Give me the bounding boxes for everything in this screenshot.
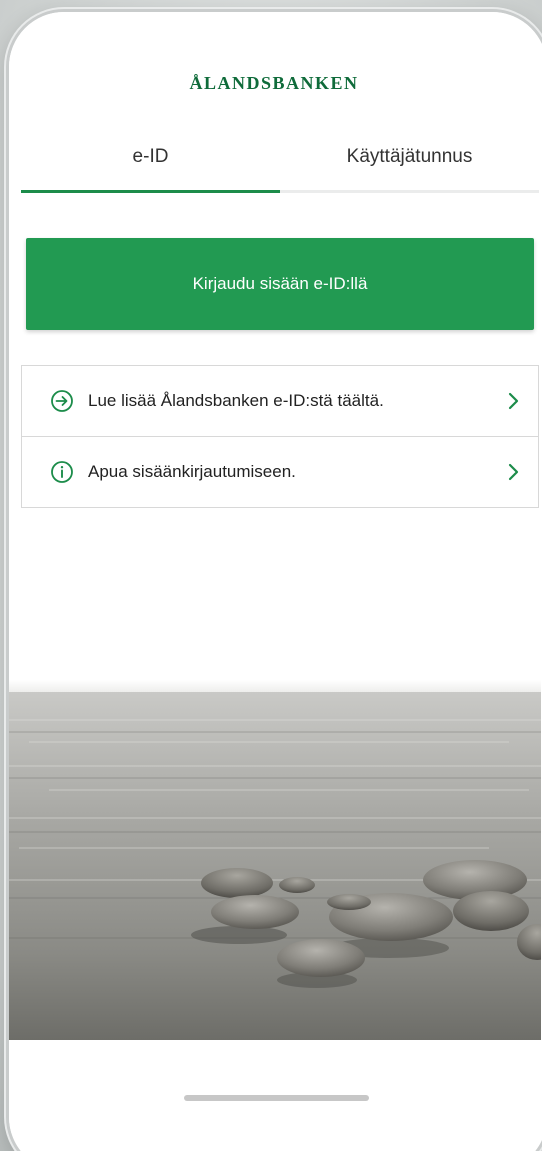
link-login-help[interactable]: Apua sisäänkirjautumiseen. (21, 437, 539, 508)
link-read-more-e-id[interactable]: Lue lisää Ålandsbanken e-ID:stä täältä. (21, 366, 539, 437)
phone-frame: ÅLANDSBANKEN e-ID Käyttäjätunnus Kirjaud… (6, 9, 542, 1151)
help-link-list: Lue lisää Ålandsbanken e-ID:stä täältä. (21, 365, 539, 508)
chevron-right-icon (506, 392, 520, 410)
login-screen: ÅLANDSBANKEN e-ID Käyttäjätunnus Kirjaud… (9, 12, 542, 1151)
arrow-circle-right-icon (50, 389, 74, 413)
link-read-more-label: Lue lisää Ålandsbanken e-ID:stä täältä. (88, 391, 384, 410)
lake-stones-photo (9, 680, 541, 1040)
link-login-help-label: Apua sisäänkirjautumiseen. (88, 462, 296, 481)
info-circle-icon (50, 460, 74, 484)
login-e-id-button-label: Kirjaudu sisään e-ID:llä (192, 274, 368, 293)
chevron-right-icon (506, 463, 520, 481)
tab-e-id[interactable]: e-ID (21, 140, 280, 193)
tab-username[interactable]: Käyttäjätunnus (280, 140, 539, 190)
home-indicator[interactable] (184, 1095, 369, 1101)
stage: ÅLANDSBANKEN e-ID Käyttäjätunnus Kirjaud… (0, 0, 542, 1151)
bank-logo: ÅLANDSBANKEN (189, 73, 359, 93)
login-method-tabs: e-ID Käyttäjätunnus (21, 140, 539, 193)
login-e-id-button[interactable]: Kirjaudu sisään e-ID:llä (26, 238, 534, 330)
